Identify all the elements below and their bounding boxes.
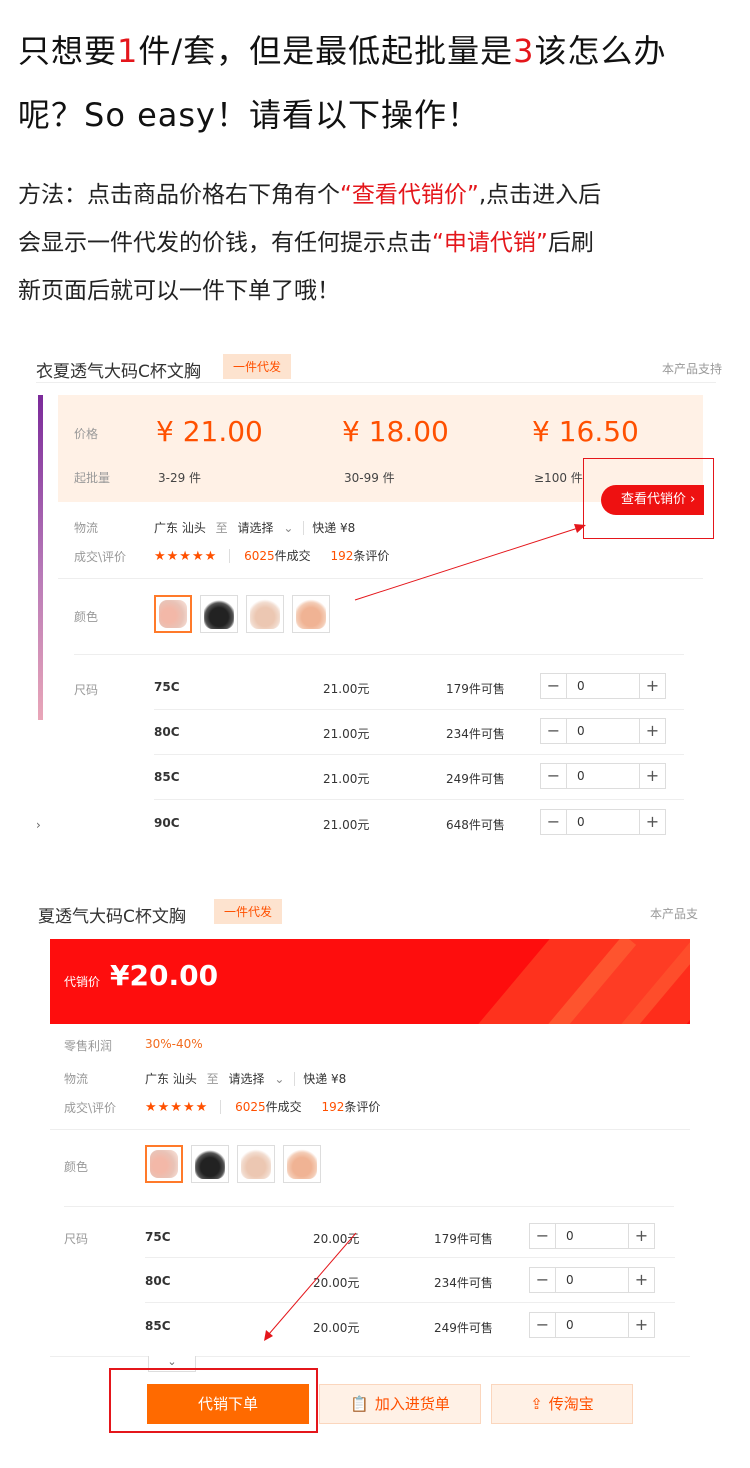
intro-text: 该怎么办 [534, 32, 667, 70]
method-line-1: 方法：点击商品价格右下角有个“查看代销价”,点击进入后 [18, 175, 601, 209]
intro-line-1: 只想要1件/套，但是最低起批量是3该怎么办 [18, 26, 667, 72]
method-text: 方法：点击商品价格右下角有个 [18, 182, 340, 208]
intro-line-2: 呢？So easy！请看以下操作！ [18, 96, 480, 134]
method-line-2: 会显示一件代发的价钱，有任何提示点击“申请代销”后刷 [18, 223, 594, 257]
method-text: 后刷 [547, 230, 594, 256]
method-highlight: “申请代销” [432, 230, 548, 256]
method-text: 会显示一件代发的价钱，有任何提示点击 [18, 230, 432, 256]
screenshot-2: 夏透气大码C杯文胸 一件代发 本产品支 代销价 ¥20.00 零售利润 30%-… [0, 890, 750, 1450]
screenshot-1: › 衣夏透气大码C杯文胸 一件代发 本产品支持 价格 起批量 ¥ 21.00 3… [0, 340, 750, 850]
intro-number: 3 [513, 32, 535, 70]
annotation-arrow-1 [354, 524, 586, 601]
method-text: ,点击进入后 [478, 182, 602, 208]
intro-text: 件/套，但是最低起批量是 [138, 32, 514, 70]
intro-text: 只想要 [18, 32, 118, 70]
method-highlight: “查看代销价” [340, 182, 479, 208]
intro-number: 1 [117, 32, 139, 70]
method-line-3: 新页面后就可以一件下单了哦！ [18, 278, 340, 304]
annotation-arrow-2 [264, 1232, 357, 1341]
